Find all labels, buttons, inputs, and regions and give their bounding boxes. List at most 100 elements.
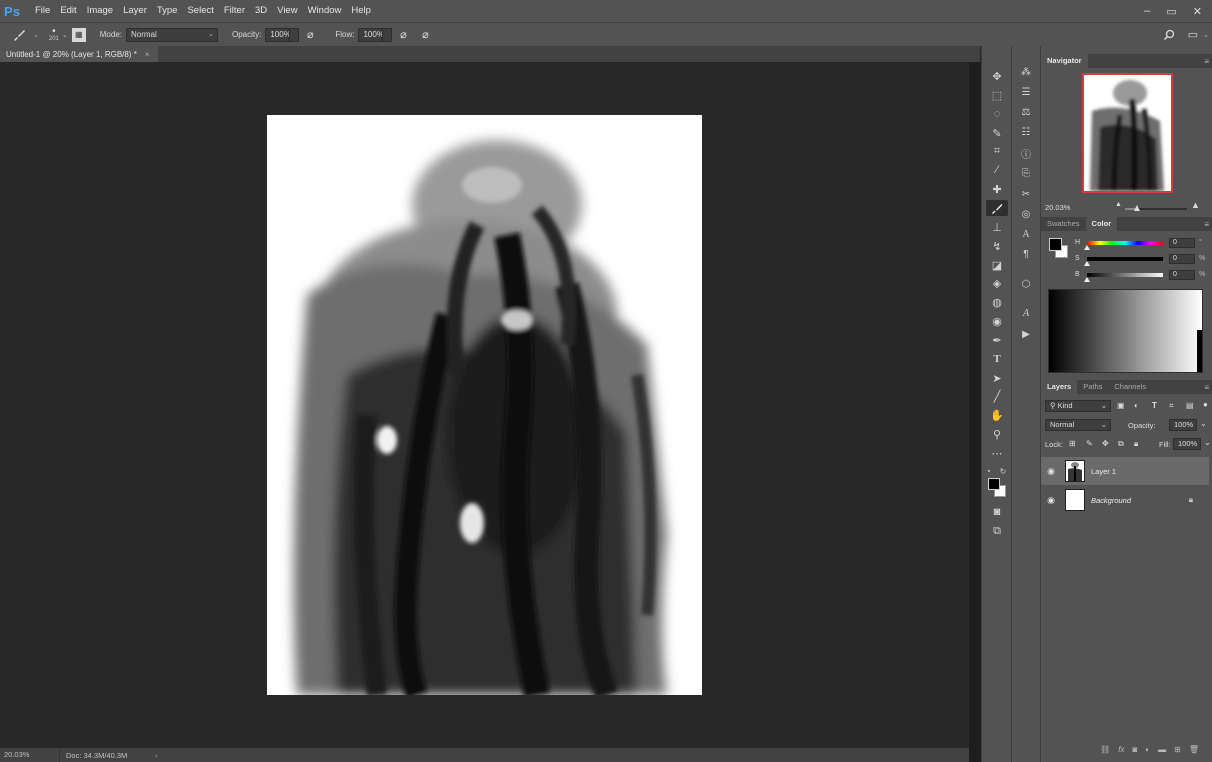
3d-icon[interactable]: ⬡: [1017, 276, 1035, 292]
more-tools-icon[interactable]: ⋯: [986, 445, 1008, 461]
brightness-slider[interactable]: [1087, 273, 1163, 277]
healing-brush-tool-icon[interactable]: ✚: [986, 181, 1008, 197]
menu-type[interactable]: Type: [152, 0, 183, 22]
screen-mode-icon[interactable]: ⧉: [986, 523, 1008, 539]
navigator-zoom-knob[interactable]: [1134, 205, 1141, 211]
close-window-button[interactable]: ✕: [1193, 5, 1202, 18]
glyphs-icon[interactable]: A: [1017, 305, 1035, 321]
tool-presets-icon[interactable]: ✂: [1017, 186, 1035, 202]
tab-paths[interactable]: Paths: [1077, 380, 1108, 394]
info-icon[interactable]: ⓘ: [1017, 145, 1035, 161]
workspace-icon[interactable]: ▭: [1186, 28, 1200, 42]
menu-file[interactable]: File: [30, 0, 55, 22]
brightness-input[interactable]: 0: [1169, 270, 1195, 280]
eraser-tool-icon[interactable]: ◪: [986, 257, 1008, 273]
filter-smart-object-icon[interactable]: ▤: [1186, 401, 1194, 410]
brush-presets-icon[interactable]: ⁂: [1017, 64, 1035, 80]
blend-mode-select[interactable]: Normal ⌄: [1045, 419, 1111, 431]
close-document-icon[interactable]: ×: [145, 50, 150, 59]
delete-layer-icon[interactable]: 🗑︎: [1189, 745, 1199, 754]
tab-swatches[interactable]: Swatches: [1041, 217, 1086, 231]
saturation-input[interactable]: 0: [1169, 254, 1195, 264]
layer-row-layer-1[interactable]: ◉ Layer 1: [1041, 457, 1209, 485]
filter-adjustment-icon[interactable]: ◐: [1134, 401, 1139, 410]
foreground-color-swatch[interactable]: [988, 478, 1000, 490]
status-zoom[interactable]: 20.03%: [0, 748, 60, 762]
brush-panel-icon[interactable]: ▦: [71, 27, 86, 42]
pressure-size-icon[interactable]: ⌀: [418, 28, 432, 42]
flow-input[interactable]: 100%: [358, 27, 384, 42]
layer-style-icon[interactable]: fx: [1118, 745, 1124, 754]
visibility-eye-icon[interactable]: ◉: [1043, 466, 1059, 477]
paragraph-icon[interactable]: ¶: [1017, 246, 1035, 262]
character-icon[interactable]: A: [1017, 226, 1035, 242]
marquee-tool-icon[interactable]: ⬚: [986, 87, 1008, 103]
add-mask-icon[interactable]: ◙: [1132, 745, 1137, 754]
navigator-zoom-value[interactable]: 20.03%: [1045, 203, 1070, 212]
opacity-slider-chevron-icon[interactable]: [289, 27, 300, 42]
new-group-icon[interactable]: ▬: [1158, 745, 1166, 754]
navigator-zoom-slider[interactable]: [1125, 205, 1187, 211]
layers-menu-icon[interactable]: ≡: [1204, 383, 1209, 392]
filter-type-icon[interactable]: T: [1152, 401, 1157, 410]
status-menu-arrow-icon[interactable]: ›: [155, 751, 158, 760]
menu-edit[interactable]: Edit: [55, 0, 81, 22]
menu-view[interactable]: View: [272, 0, 302, 22]
actions-icon[interactable]: ▶: [1017, 326, 1035, 342]
lock-image-icon[interactable]: ✎: [1086, 439, 1093, 448]
zoom-in-icon[interactable]: ▲: [1191, 200, 1200, 210]
menu-3d[interactable]: 3D: [250, 0, 272, 22]
tab-channels[interactable]: Channels: [1108, 380, 1152, 394]
restore-button[interactable]: ▭: [1166, 5, 1176, 18]
pen-tool-icon[interactable]: ✒: [986, 332, 1008, 348]
document-canvas[interactable]: [267, 115, 702, 695]
tab-layers[interactable]: Layers: [1041, 380, 1078, 394]
new-layer-icon[interactable]: ⊞: [1174, 745, 1181, 754]
lock-artboard-icon[interactable]: ⧉: [1118, 439, 1124, 449]
document-tab[interactable]: Untitled-1 @ 20% (Layer 1, RGB/8) * ×: [0, 46, 158, 62]
menu-layer[interactable]: Layer: [118, 0, 152, 22]
channels-icon[interactable]: ⚖: [1017, 104, 1035, 120]
layer-row-background[interactable]: ◉ Background 🔒︎: [1041, 486, 1209, 514]
saturation-knob[interactable]: [1084, 261, 1090, 266]
layer-opacity-input[interactable]: 100%: [1169, 419, 1197, 431]
menu-filter[interactable]: Filter: [219, 0, 250, 22]
tab-color[interactable]: Color: [1085, 217, 1118, 231]
tab-navigator[interactable]: Navigator: [1041, 54, 1088, 68]
layer-filter-kind[interactable]: ⚲ Kind ⌄: [1045, 400, 1111, 412]
adjustments-icon[interactable]: ☰: [1017, 84, 1035, 100]
fill-chevron-icon[interactable]: ⌄: [1204, 438, 1211, 447]
workspace-chevron-icon[interactable]: ⌄: [1203, 31, 1209, 39]
quick-selection-tool-icon[interactable]: ✎: [986, 125, 1008, 141]
path-selection-tool-icon[interactable]: ➤: [986, 370, 1008, 386]
color-ramp[interactable]: [1048, 289, 1203, 373]
lock-position-icon[interactable]: ✥: [1102, 439, 1109, 448]
filter-toggle-icon[interactable]: ●: [1203, 400, 1208, 409]
minimize-button[interactable]: –: [1144, 5, 1150, 17]
eyedropper-tool-icon[interactable]: ⁄: [986, 162, 1008, 178]
menu-help[interactable]: Help: [346, 0, 376, 22]
layer-opacity-chevron-icon[interactable]: ⌄: [1200, 419, 1207, 428]
move-tool-icon[interactable]: ✥: [986, 68, 1008, 84]
dodge-tool-icon[interactable]: ◉: [986, 313, 1008, 329]
default-colors-icon[interactable]: ▪: [984, 463, 994, 479]
color-foreground-swatch[interactable]: [1049, 238, 1062, 251]
mode-select[interactable]: Normal ⌄: [126, 27, 218, 42]
saturation-slider[interactable]: [1087, 257, 1163, 261]
paint-bucket-tool-icon[interactable]: ◈: [986, 275, 1008, 291]
line-tool-icon[interactable]: ╱: [986, 388, 1008, 404]
properties-icon[interactable]: ☷: [1017, 124, 1035, 140]
history-brush-tool-icon[interactable]: ↯: [986, 238, 1008, 254]
lasso-tool-icon[interactable]: ◌: [986, 106, 1008, 122]
opacity-input[interactable]: 100%: [265, 27, 291, 42]
crop-tool-icon[interactable]: ⌗: [986, 143, 1008, 159]
link-layers-icon[interactable]: ⛓: [1100, 745, 1110, 754]
history-icon[interactable]: ⎘: [1017, 165, 1035, 181]
filter-pixel-icon[interactable]: ▣: [1117, 401, 1125, 410]
flow-slider-chevron-icon[interactable]: [382, 27, 393, 42]
lock-transparent-icon[interactable]: ⊞: [1069, 439, 1076, 448]
color-menu-icon[interactable]: ≡: [1204, 220, 1209, 229]
filter-shape-icon[interactable]: ⌗: [1169, 401, 1174, 411]
hand-tool-icon[interactable]: ✋: [986, 407, 1008, 423]
menu-window[interactable]: Window: [303, 0, 347, 22]
